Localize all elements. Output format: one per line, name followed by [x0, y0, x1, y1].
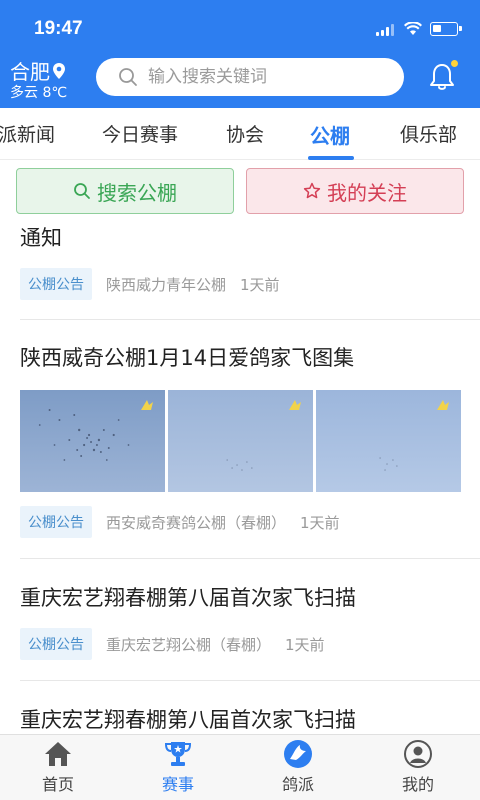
nav-home[interactable]: 首页 [18, 739, 98, 795]
search-icon [119, 68, 137, 86]
article-source: 西安威奇赛鸽公棚（春棚） [106, 513, 287, 532]
article-meta: 公棚公告 西安威奇赛鸽公棚（春棚） 1天前 [20, 506, 340, 538]
divider [20, 680, 480, 681]
user-icon [404, 740, 432, 768]
photo-gallery [20, 390, 461, 492]
watermark-logo-icon [141, 400, 153, 410]
article-title: 重庆宏艺翔春棚第八届首次家飞扫描 [20, 708, 356, 732]
article-title: 重庆宏艺翔春棚第八届首次家飞扫描 [20, 586, 356, 610]
cellular-signal-icon [376, 24, 398, 36]
search-lofts-label: 搜索公棚 [97, 180, 177, 205]
bottom-navigation: 首页 赛事 鸽派 我的 [0, 734, 480, 800]
wifi-icon [404, 22, 422, 35]
weather-text: 多云 8℃ [10, 85, 68, 101]
gallery-photo[interactable] [168, 390, 313, 492]
status-bar: 19:47 [0, 0, 480, 44]
notification-button[interactable] [428, 60, 458, 92]
nav-pigeon-faction[interactable]: 鸽派 [258, 739, 338, 795]
tab-today-races[interactable]: 今日赛事 [102, 120, 178, 147]
my-follows-label: 我的关注 [327, 180, 407, 205]
article-title: 陕西威奇公棚1月14日爱鸽家飞图集 [20, 346, 355, 370]
trophy-icon [164, 742, 192, 766]
search-icon [74, 183, 90, 199]
notification-dot [451, 60, 458, 67]
tab-clubs[interactable]: 俱乐部 [400, 120, 457, 147]
city-name: 合肥 [10, 60, 50, 84]
news-feed: 通知 公棚公告 陕西威力青年公棚 1天前 陕西威奇公棚1月14日爱鸽家飞图集 公… [0, 214, 480, 734]
search-lofts-button[interactable]: 搜索公棚 [16, 168, 234, 214]
nav-home-label: 首页 [41, 775, 74, 794]
nav-races-label: 赛事 [161, 775, 194, 794]
search-input[interactable] [148, 67, 378, 87]
category-tag: 公棚公告 [20, 268, 92, 300]
my-follows-button[interactable]: 我的关注 [246, 168, 464, 214]
gallery-photo[interactable] [316, 390, 461, 492]
active-tab-indicator [308, 156, 354, 160]
watermark-logo-icon [437, 400, 449, 410]
article-time: 1天前 [240, 275, 280, 294]
tab-lofts[interactable]: 公棚 [310, 120, 350, 149]
search-bar[interactable] [96, 58, 404, 96]
location-pin-icon [53, 62, 65, 79]
city-selector[interactable]: 合肥 [10, 56, 66, 85]
article-source: 陕西威力青年公棚 [106, 275, 227, 294]
nav-profile[interactable]: 我的 [378, 739, 458, 795]
category-tag: 公棚公告 [20, 628, 92, 660]
battery-icon [430, 22, 462, 36]
divider [20, 319, 480, 320]
status-time: 19:47 [34, 18, 83, 39]
home-icon [45, 742, 71, 766]
nav-pigeon-faction-label: 鸽派 [281, 775, 314, 794]
app-header: 19:47 合肥 多云 8℃ [0, 0, 480, 108]
gallery-photo[interactable] [20, 390, 165, 492]
article-time: 1天前 [285, 635, 325, 654]
article-time: 1天前 [300, 513, 340, 532]
star-icon [303, 182, 321, 199]
pigeon-icon [284, 740, 312, 768]
watermark-logo-icon [289, 400, 301, 410]
divider [20, 558, 480, 559]
nav-profile-label: 我的 [401, 775, 434, 794]
article-meta: 公棚公告 陕西威力青年公棚 1天前 [20, 268, 280, 300]
tab-association[interactable]: 协会 [226, 120, 264, 147]
article-meta: 公棚公告 重庆宏艺翔公棚（春棚） 1天前 [20, 628, 325, 660]
article-title: 通知 [20, 226, 62, 250]
category-tabs: 派新闻 今日赛事 协会 公棚 俱乐部 [0, 108, 480, 160]
tab-news[interactable]: 派新闻 [0, 120, 55, 147]
category-tag: 公棚公告 [20, 506, 92, 538]
article-source: 重庆宏艺翔公棚（春棚） [106, 635, 272, 654]
nav-races[interactable]: 赛事 [138, 739, 218, 795]
